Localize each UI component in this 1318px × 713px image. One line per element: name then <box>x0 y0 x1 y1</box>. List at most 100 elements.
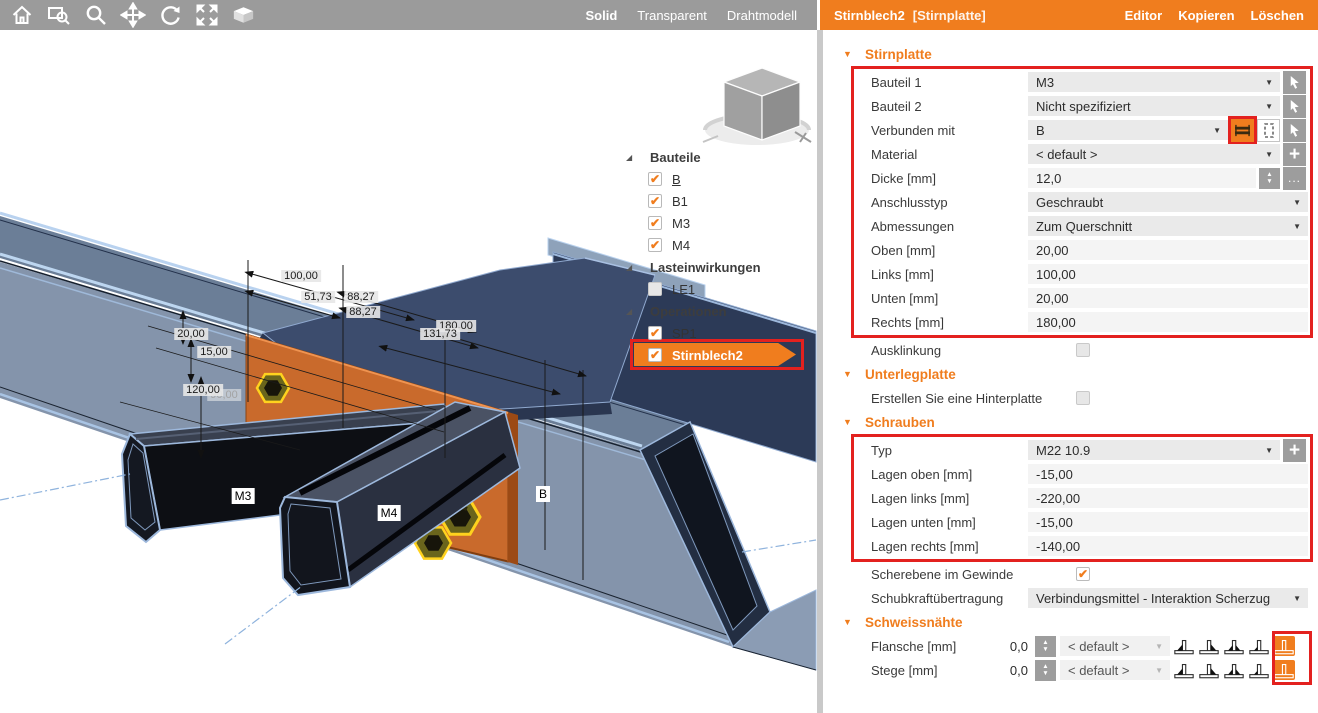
weld-type-fillet-both-icon[interactable] <box>1223 660 1245 680</box>
tree-item-b1[interactable]: ✔ B1 <box>616 190 816 212</box>
weld-default-dropdown[interactable]: < default >▼ <box>1060 660 1170 680</box>
section-header-stirnplatte[interactable]: ▼Stirnplatte <box>823 42 1318 66</box>
input-lagen-unten-mm[interactable]: -15,00 <box>1028 512 1308 532</box>
section-header-unterlegplatte[interactable]: ▼Unterlegplatte <box>823 362 1318 386</box>
tree-item-b[interactable]: ✔B <box>616 168 816 190</box>
cursor-pick-button[interactable] <box>1283 95 1306 118</box>
pan-icon[interactable] <box>119 2 146 28</box>
home-icon[interactable] <box>8 2 35 28</box>
input-links-mm[interactable]: 100,00 <box>1028 264 1308 284</box>
value-spinner[interactable]: ▲▼ <box>1259 168 1280 189</box>
tree-item-checkbox[interactable]: ✔ <box>648 172 662 186</box>
weld-type-fillet-partial-icon[interactable] <box>1248 660 1270 680</box>
value-spinner[interactable]: ▲▼ <box>1035 660 1056 681</box>
weld-type-fillet-left-icon[interactable] <box>1173 636 1195 656</box>
tree-group-bauteile[interactable]: ◢Bauteile <box>616 146 816 168</box>
tree-item-label[interactable]: B <box>672 172 681 187</box>
weld-default-dropdown[interactable]: < default >▼ <box>1060 636 1170 656</box>
tree-group-operationen[interactable]: ◢Operationen <box>616 300 816 322</box>
tree-item-le1[interactable]: LE1 <box>616 278 816 300</box>
dropdown-bauteil-1[interactable]: M3▼ <box>1028 72 1280 92</box>
tree-item-m3[interactable]: ✔ M3 <box>616 212 816 234</box>
add-item-button[interactable]: + <box>1283 143 1306 166</box>
3d-viewport[interactable]: 100,0051,7388,2788,27180,00131,7320,0015… <box>0 30 817 713</box>
dropdown-anschlusstyp[interactable]: Geschraubt▼ <box>1028 192 1308 212</box>
weld-value[interactable]: 0,0 <box>1004 663 1028 678</box>
section-collapse-icon[interactable]: ▼ <box>843 417 865 427</box>
rotate-icon[interactable] <box>156 2 183 28</box>
checkbox-ausklinkung[interactable] <box>1076 343 1090 357</box>
tree-item-stirnblech2[interactable]: ✔ Stirnblech2 <box>616 344 816 366</box>
solid-view-icon[interactable] <box>230 2 257 28</box>
view-cube[interactable] <box>703 68 811 145</box>
tree-item-label[interactable]: Stirnblech2 <box>672 348 743 363</box>
tree-item-checkbox[interactable]: ✔ <box>648 194 662 208</box>
input-lagen-oben-mm[interactable]: -15,00 <box>1028 464 1308 484</box>
weld-type-fillet-partial-icon[interactable] <box>1248 636 1270 656</box>
section-outline-button[interactable] <box>1257 119 1280 142</box>
view-mode-transparent[interactable]: Transparent <box>637 8 707 23</box>
tree-expander-icon[interactable]: ◢ <box>626 307 638 316</box>
tree-item-label[interactable]: M3 <box>672 216 690 231</box>
property-label: Bauteil 2 <box>871 99 1028 114</box>
weld-type-fillet-right-icon[interactable] <box>1198 660 1220 680</box>
tree-expander-icon[interactable]: ◢ <box>626 153 638 162</box>
checkbox-erstellen-sie-eine-hinterplatte[interactable] <box>1076 391 1090 405</box>
tree-item-label[interactable]: SP1 <box>672 326 697 341</box>
tree-item-checkbox[interactable] <box>648 282 662 296</box>
tree-item-m4[interactable]: ✔ M4 <box>616 234 816 256</box>
more-options-button[interactable]: ... <box>1283 167 1306 190</box>
input-unten-mm[interactable]: 20,00 <box>1028 288 1308 308</box>
tree-item-label[interactable]: B1 <box>672 194 688 209</box>
dropdown-bauteil-2[interactable]: Nicht spezifiziert▼ <box>1028 96 1280 116</box>
view-mode-drahtmodell[interactable]: Drahtmodell <box>727 8 797 23</box>
cursor-pick-button[interactable] <box>1283 119 1306 142</box>
tree-item-checkbox[interactable]: ✔ <box>648 216 662 230</box>
fit-icon[interactable] <box>193 2 220 28</box>
tree-item-label[interactable]: M4 <box>672 238 690 253</box>
input-lagen-rechts-mm[interactable]: -140,00 <box>1028 536 1308 556</box>
tree-item-checkbox[interactable]: ✔ <box>648 238 662 252</box>
weld-type-fillet-left-icon[interactable] <box>1173 660 1195 680</box>
panel-action-kopieren[interactable]: Kopieren <box>1178 8 1234 23</box>
chevron-down-icon: ▼ <box>1293 198 1301 207</box>
weld-type-fillet-both-icon[interactable] <box>1223 636 1245 656</box>
section-header-schweissn-hte[interactable]: ▼Schweissnähte <box>823 610 1318 634</box>
zoom-icon[interactable] <box>82 2 109 28</box>
input-dicke-mm[interactable]: 12,0 <box>1028 168 1256 188</box>
dropdown-schubkraft-bertragung[interactable]: Verbindungsmittel - Interaktion Scherzug… <box>1028 588 1308 608</box>
add-item-button[interactable]: + <box>1283 439 1306 462</box>
connected-plate-button[interactable] <box>1231 119 1254 142</box>
weld-type-butt-icon[interactable] <box>1273 660 1295 680</box>
property-row-scherebene-im-gewinde: Scherebene im Gewinde✔ <box>854 562 1310 586</box>
tree-group-lasteinwirkungen[interactable]: ◢Lasteinwirkungen <box>616 256 816 278</box>
dropdown-verbunden-mit[interactable]: B▼ <box>1028 120 1228 140</box>
chevron-down-icon: ▼ <box>1265 150 1273 159</box>
section-collapse-icon[interactable]: ▼ <box>843 369 865 379</box>
input-rechts-mm[interactable]: 180,00 <box>1028 312 1308 332</box>
property-row-material: Material< default >▼+ <box>854 142 1310 166</box>
weld-type-fillet-right-icon[interactable] <box>1198 636 1220 656</box>
zoom-window-icon[interactable] <box>45 2 72 28</box>
tree-item-checkbox[interactable]: ✔ <box>648 348 662 362</box>
section-collapse-icon[interactable]: ▼ <box>843 49 865 59</box>
weld-value[interactable]: 0,0 <box>1004 639 1028 654</box>
dropdown-material[interactable]: < default >▼ <box>1028 144 1280 164</box>
section-header-schrauben[interactable]: ▼Schrauben <box>823 410 1318 434</box>
view-mode-solid[interactable]: Solid <box>586 8 618 23</box>
tree-item-checkbox[interactable]: ✔ <box>648 326 662 340</box>
value-spinner[interactable]: ▲▼ <box>1035 636 1056 657</box>
input-lagen-links-mm[interactable]: -220,00 <box>1028 488 1308 508</box>
tree-item-label[interactable]: LE1 <box>672 282 695 297</box>
input-oben-mm[interactable]: 20,00 <box>1028 240 1308 260</box>
dropdown-abmessungen[interactable]: Zum Querschnitt▼ <box>1028 216 1308 236</box>
panel-action-l-schen[interactable]: Löschen <box>1251 8 1304 23</box>
property-panel-header: Stirnblech2 [Stirnplatte] EditorKopieren… <box>820 0 1318 30</box>
cursor-pick-button[interactable] <box>1283 71 1306 94</box>
checkbox-scherebene-im-gewinde[interactable]: ✔ <box>1076 567 1090 581</box>
tree-expander-icon[interactable]: ◢ <box>626 263 638 272</box>
section-collapse-icon[interactable]: ▼ <box>843 617 865 627</box>
dropdown-typ[interactable]: M22 10.9▼ <box>1028 440 1280 460</box>
panel-action-editor[interactable]: Editor <box>1125 8 1163 23</box>
weld-type-butt-icon[interactable] <box>1273 636 1295 656</box>
